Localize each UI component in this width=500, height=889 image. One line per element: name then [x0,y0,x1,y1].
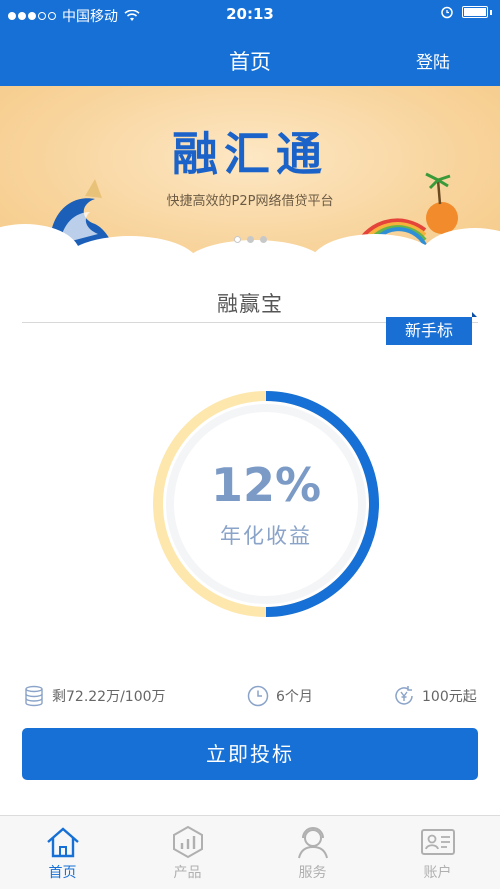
pager-dot[interactable] [233,236,241,243]
status-time: 20:13 [226,5,274,23]
tab-home-label: 首页 [48,865,77,881]
tab-account[interactable]: 账户 [375,816,500,889]
nav-bar: 首页 登陆 [0,40,500,80]
min-amount-text: 100元起 [422,689,477,705]
product-chart-icon [172,825,203,859]
pager-dot[interactable] [246,236,254,243]
tab-account-label: 账户 [423,865,452,881]
annual-rate-value: 12% [210,458,322,512]
battery-tip [490,9,492,15]
newbie-badge: 新手标 [386,312,477,345]
term-info: 6个月 [246,682,313,710]
tab-product[interactable]: 产品 [125,816,250,889]
home-icon [46,827,79,858]
account-card-icon [420,829,455,855]
invest-now-button[interactable]: 立即投标 [22,728,478,780]
service-agent-icon [297,827,328,859]
min-amount-info: 100元起 [392,682,477,710]
pager-dot[interactable] [259,236,267,243]
tab-service[interactable]: 服务 [250,816,375,889]
login-button[interactable]: 登陆 [416,48,450,73]
tab-home[interactable]: 首页 [0,816,125,889]
clock-icon [247,685,269,707]
annual-rate-label: 年化收益 [220,524,312,548]
remaining-text: 剩72.22万/100万 [52,689,166,705]
cloud-decoration [180,240,330,266]
top-bar: 中国移动 20:13 首页 登陆 [0,0,500,86]
yen-refresh-icon [395,686,413,705]
product-name[interactable]: 融赢宝 [0,288,500,318]
status-bar: 中国移动 20:13 [0,0,500,28]
coins-stack-icon [25,685,43,707]
banner-pager[interactable] [0,236,500,243]
promo-banner[interactable]: 融汇通 快捷高效的P2P网络借贷平台 [0,86,500,266]
remaining-amount: 剩72.22万/100万 [22,682,166,710]
alarm-icon [441,6,453,19]
tab-service-label: 服务 [298,865,327,881]
term-text: 6个月 [276,689,313,705]
battery-icon [462,6,488,18]
bottom-tab-bar: 首页 产品 服务 账户 [0,815,500,889]
tab-product-label: 产品 [173,865,202,881]
